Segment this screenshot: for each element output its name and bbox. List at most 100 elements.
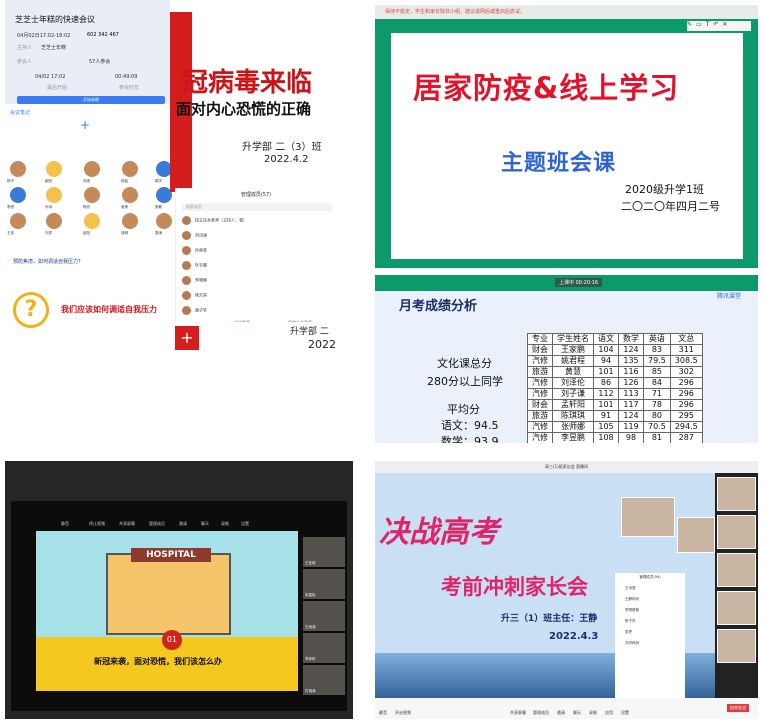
- member-row[interactable]: 谢子轩: [182, 306, 207, 318]
- invite-button[interactable]: 邀请: [557, 710, 565, 716]
- video-tile[interactable]: [621, 497, 675, 537]
- table-cell: 94: [593, 355, 619, 367]
- manage-members-button[interactable]: 管理成员: [149, 521, 165, 527]
- host-label: 主持人: [17, 45, 33, 51]
- meeting-id[interactable]: 602 342 467: [87, 32, 119, 38]
- member-row[interactable]: 王诗语: [615, 580, 685, 591]
- table-cell: 姚君程: [552, 355, 594, 367]
- video-tile[interactable]: [717, 553, 756, 587]
- table-cell: 311: [669, 344, 703, 356]
- avatar-name: 刘洋: [45, 231, 52, 235]
- member-name: 杜宇晨: [195, 262, 207, 268]
- record-button[interactable]: 录制: [221, 521, 229, 527]
- video-tile[interactable]: [717, 629, 756, 663]
- member-row[interactable]: 刘诗涵: [182, 231, 207, 243]
- member-row[interactable]: 李想爸爸: [615, 602, 685, 613]
- video-tile[interactable]: [717, 591, 756, 625]
- participant-count[interactable]: 57人参会: [89, 58, 110, 65]
- table-cell: 旅游: [527, 366, 553, 378]
- video-tile[interactable]: [717, 515, 756, 549]
- video-tile[interactable]: 王佳妮: [303, 537, 345, 567]
- notes-label[interactable]: 会议笔记: [10, 109, 30, 116]
- avatar: [182, 216, 191, 225]
- table-row: 财会 孟轩阳 101 117 78 296: [527, 399, 703, 411]
- share-screen-button[interactable]: 共享屏幕: [510, 710, 526, 716]
- video-tile[interactable]: 李梓轩: [303, 633, 345, 663]
- meeting-app-collage: 芝芝士年糕的快速会议 04月02日17:02-18:02 602 342 467…: [0, 0, 348, 356]
- member-row[interactable]: 杜宇晨: [182, 261, 207, 273]
- video-name: 付瑞涛: [305, 689, 316, 693]
- member-row[interactable]: 班主任本老师（主持人，我）: [182, 216, 247, 228]
- member-row[interactable]: 张梦: [615, 624, 685, 635]
- slide-class: 2020级升学1班: [625, 183, 704, 196]
- video-tile[interactable]: 付瑞涛: [303, 665, 345, 695]
- close-icon[interactable]: ✕: [722, 21, 731, 28]
- eraser-icon[interactable]: ▭: [696, 21, 706, 28]
- start-video-button[interactable]: 开启视频: [395, 710, 411, 716]
- avatar-names: 杨子 欧阳 洪雨 杨铭 郭宇 李悦 孙诗 陈欣 吴倩 张敏 王伟 刘洋 赵阳 钱…: [5, 160, 175, 240]
- table-row: 汽修 姚君程 94 135 79.5 308.5: [527, 355, 703, 367]
- record-button[interactable]: 开始录制: [17, 96, 165, 104]
- table-cell: 汽修: [527, 388, 553, 400]
- table-cell: 汽修: [527, 377, 553, 389]
- settings-button[interactable]: 设置: [241, 521, 249, 527]
- invite-button[interactable]: 邀请: [179, 521, 187, 527]
- table-cell: 李昱鹏: [552, 432, 594, 443]
- table-cell: 86: [593, 377, 619, 389]
- chat-button[interactable]: 聊天: [201, 521, 209, 527]
- table-cell: 79.5: [643, 355, 671, 367]
- table-cell: 财会: [527, 399, 553, 411]
- slide-title: 居家防疫&线上学习: [413, 71, 680, 105]
- table-row: 旅游 陈琪琪 91 124 80 295: [527, 410, 703, 422]
- member-row[interactable]: 王静妈妈: [615, 591, 685, 602]
- column-header: 专业: [527, 333, 553, 345]
- settings-button[interactable]: 设置: [621, 710, 629, 716]
- video-tile[interactable]: 王雨涵: [303, 601, 345, 631]
- stop-video-button[interactable]: 停止视频: [89, 521, 105, 527]
- tencent-classroom-logo: 腾讯课堂: [717, 293, 742, 300]
- video-tile[interactable]: [677, 517, 715, 553]
- table-cell: 113: [618, 388, 644, 400]
- avatar-name: 王伟: [7, 231, 14, 235]
- member-search-input[interactable]: 搜索成员: [182, 203, 332, 211]
- member-name: 杨天昊: [195, 292, 207, 298]
- column-header: 语文: [593, 333, 619, 345]
- member-row[interactable]: 刘洋妈妈: [615, 635, 685, 646]
- member-name: 班主任本老师（主持人，我）: [195, 217, 247, 223]
- table-cell: 83: [643, 344, 671, 356]
- member-row[interactable]: 陈子杰: [615, 613, 685, 624]
- tencent-classroom-window: 上课中 00:20:16 腾讯课堂 月考成绩分析 文化课总分 280分以上同学 …: [375, 275, 758, 443]
- table-cell: 104: [593, 344, 619, 356]
- table-cell: 135: [618, 355, 644, 367]
- record-button[interactable]: 录制: [589, 710, 597, 716]
- pen-icon[interactable]: ✎: [687, 21, 696, 28]
- end-meeting-button[interactable]: 结束会议: [727, 704, 749, 712]
- table-cell: 296: [669, 399, 703, 411]
- table-cell: 85: [643, 366, 671, 378]
- avatar-name: 郭宇: [155, 179, 162, 183]
- apps-button[interactable]: 应用: [605, 710, 613, 716]
- avatar: [182, 246, 191, 255]
- slide-subtitle: 面对内心恐慌的正确: [176, 100, 312, 118]
- table-cell: 71: [643, 388, 671, 400]
- table-cell: 126: [618, 377, 644, 389]
- table-cell: 84: [643, 377, 671, 389]
- member-row[interactable]: 孙雨菲: [182, 246, 207, 258]
- share-screen-button[interactable]: 共享屏幕: [119, 521, 135, 527]
- section-number: 01: [162, 630, 182, 650]
- chat-button[interactable]: 聊天: [573, 710, 581, 716]
- video-tile[interactable]: 宋嘉怡: [303, 569, 345, 599]
- column-header: 英语: [643, 333, 671, 345]
- table-cell: 101: [593, 399, 619, 411]
- manage-members-button[interactable]: 管理成员: [533, 710, 549, 716]
- add-note-icon[interactable]: +: [80, 118, 90, 132]
- summary-text: 语文：94.5: [441, 419, 499, 432]
- slide-date: 2022.4.3: [549, 631, 599, 642]
- member-row[interactable]: 杨天昊: [182, 291, 207, 303]
- member-row[interactable]: 李晓琳: [182, 276, 207, 288]
- avatar-name: 吴倩: [121, 205, 128, 209]
- video-tile[interactable]: [717, 477, 756, 511]
- avatar-name: 陈欣: [83, 205, 90, 209]
- mute-button[interactable]: 静音: [379, 710, 387, 716]
- mute-button[interactable]: 静音: [61, 521, 69, 527]
